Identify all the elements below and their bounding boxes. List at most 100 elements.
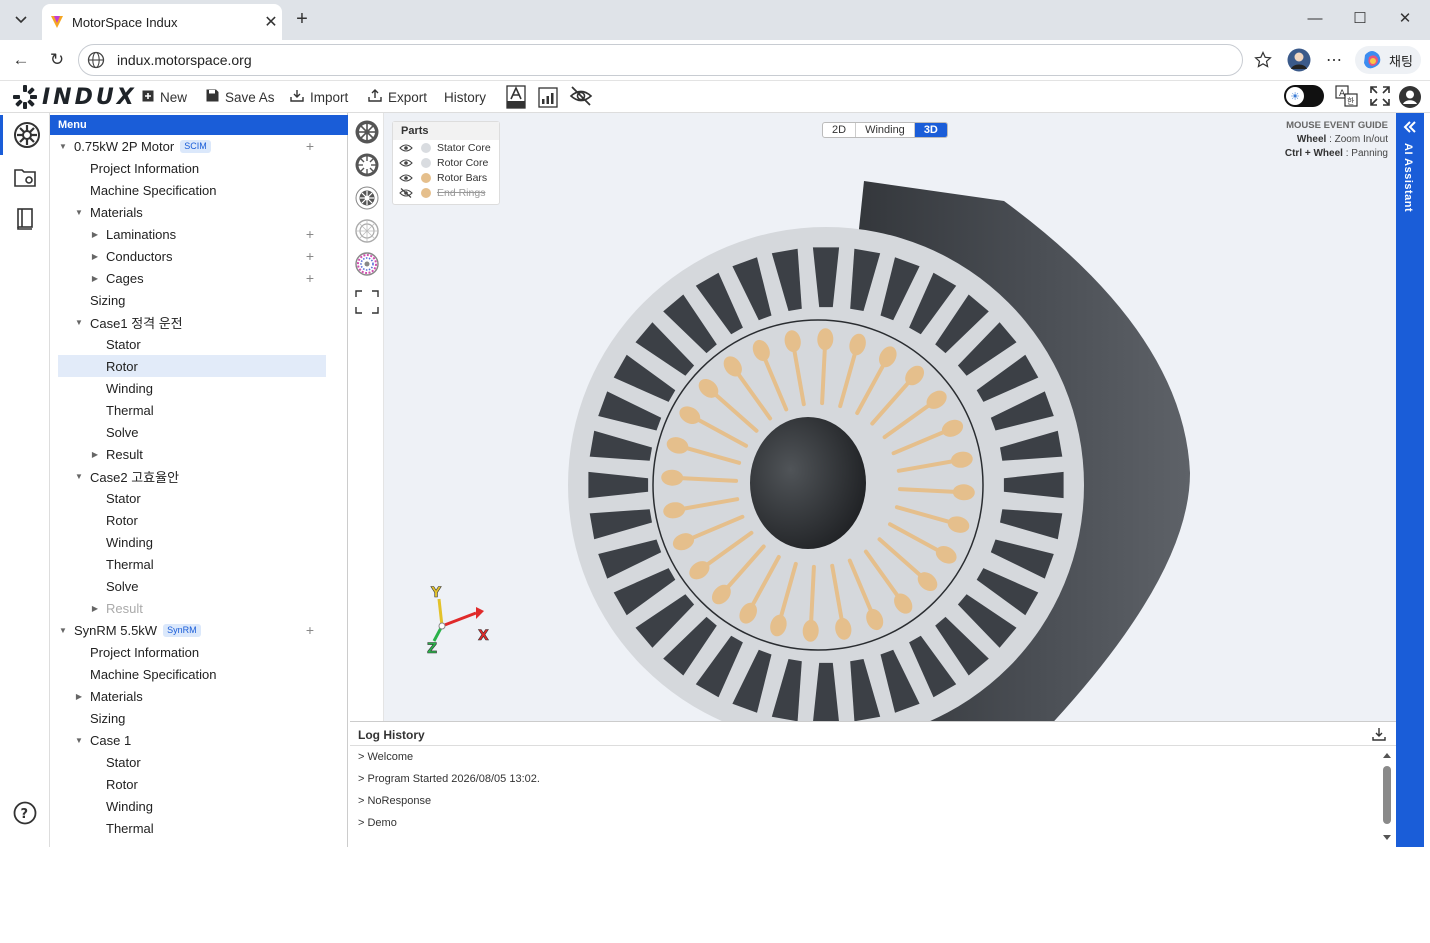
save-as-button[interactable]: Save As — [206, 88, 275, 106]
export-button[interactable]: Export — [368, 88, 427, 106]
more-options-icon[interactable]: ⋯ — [1326, 48, 1342, 72]
tree-item[interactable]: Stator — [58, 751, 326, 773]
tree-item[interactable]: ▶ Materials — [58, 685, 326, 707]
tree-item[interactable]: Project Information — [58, 641, 326, 663]
expand-right-icon[interactable]: ▶ — [90, 274, 100, 283]
hide-visibility-icon[interactable] — [569, 85, 593, 109]
mesh-view-icon[interactable] — [354, 218, 380, 244]
tree-item[interactable]: Winding — [58, 377, 326, 399]
tree-item[interactable]: ▶ Conductors + — [58, 245, 326, 267]
tree-item[interactable]: ▶ Result — [58, 597, 326, 619]
expand-right-icon[interactable]: ▶ — [74, 692, 84, 701]
maximize-icon[interactable]: ☐ — [1347, 8, 1373, 32]
rail-folder-icon[interactable] — [0, 157, 50, 197]
new-tab-icon[interactable]: + — [290, 8, 314, 32]
eye-icon[interactable] — [399, 143, 413, 153]
favorite-star-icon[interactable] — [1254, 48, 1272, 72]
tree-item[interactable]: Rotor — [58, 355, 326, 377]
tree-item[interactable]: ▶ Laminations + — [58, 223, 326, 245]
tab-search-chevron-icon[interactable] — [8, 8, 34, 32]
view-mode-3d[interactable]: 3D — [914, 123, 947, 137]
part-row[interactable]: Stator Core — [393, 140, 499, 155]
add-item-icon[interactable]: + — [306, 226, 314, 242]
ai-assistant-bar[interactable]: AI Assistant — [1396, 113, 1424, 847]
close-window-icon[interactable]: ✕ — [1392, 8, 1418, 32]
new-button[interactable]: New — [142, 88, 187, 106]
fit-view-icon[interactable] — [354, 289, 380, 315]
stator-view-icon[interactable] — [354, 152, 380, 178]
url-field[interactable]: indux.motorspace.org — [78, 44, 1243, 76]
eye-off-icon[interactable] — [399, 187, 413, 198]
full-motor-view-icon[interactable] — [354, 119, 380, 145]
tree-item[interactable]: Solve — [58, 575, 326, 597]
expand-chevrons-icon[interactable] — [1403, 121, 1417, 133]
theme-toggle[interactable]: ☀ — [1284, 85, 1324, 107]
back-icon[interactable]: ← — [10, 50, 32, 70]
part-row[interactable]: Rotor Bars — [393, 170, 499, 185]
eye-icon[interactable] — [399, 173, 413, 183]
add-item-icon[interactable]: + — [306, 138, 314, 154]
import-button[interactable]: Import — [290, 88, 348, 106]
tree-item[interactable]: Thermal — [58, 399, 326, 421]
tree-item[interactable]: Sizing — [58, 289, 326, 311]
history-button[interactable]: History — [444, 88, 486, 106]
account-icon[interactable] — [1398, 85, 1422, 109]
rail-book-icon[interactable] — [0, 199, 50, 239]
rail-motor-icon[interactable] — [0, 115, 50, 155]
tree-item[interactable]: ▼ Case1 정격 운전 — [58, 311, 326, 333]
help-icon[interactable]: ? — [0, 793, 50, 833]
expand-right-icon[interactable]: ▶ — [90, 252, 100, 261]
browser-tab[interactable]: MotorSpace Indux ✕ — [42, 4, 282, 40]
tree-item[interactable]: Thermal — [58, 553, 326, 575]
close-tab-icon[interactable]: ✕ — [260, 12, 282, 32]
part-row[interactable]: Rotor Core — [393, 155, 499, 170]
tree-item[interactable]: Machine Specification — [58, 663, 326, 685]
log-scrollbar[interactable] — [1382, 752, 1392, 842]
tree-item[interactable]: ▼ Case 1 — [58, 729, 326, 751]
reload-icon[interactable]: ↻ — [46, 50, 68, 70]
fullscreen-icon[interactable] — [1369, 85, 1393, 109]
expand-down-icon[interactable]: ▼ — [74, 736, 84, 745]
tree-item[interactable]: ▼ Materials — [58, 201, 326, 223]
tree-item[interactable]: ▶ Result — [58, 443, 326, 465]
part-row[interactable]: End Rings — [393, 185, 499, 200]
3d-viewport[interactable]: Y X Z 2D Winding 3D Parts Stator Core Rotor… — [384, 113, 1396, 721]
dxf-export-icon[interactable] — [506, 85, 528, 109]
expand-down-icon[interactable]: ▼ — [74, 318, 84, 327]
expand-right-icon[interactable]: ▶ — [90, 230, 100, 239]
add-item-icon[interactable]: + — [306, 622, 314, 638]
view-mode-winding[interactable]: Winding — [856, 123, 915, 137]
tree-item[interactable]: Solve — [58, 421, 326, 443]
tree-item[interactable]: Machine Specification — [58, 179, 326, 201]
tree-item[interactable]: Thermal — [58, 817, 326, 839]
report-chart-icon[interactable] — [538, 85, 560, 109]
add-item-icon[interactable]: + — [306, 248, 314, 264]
expand-down-icon[interactable]: ▼ — [74, 208, 84, 217]
tree-item[interactable]: ▼ Case2 고효율안 — [58, 465, 326, 487]
tree-item[interactable]: Stator — [58, 333, 326, 355]
language-icon[interactable]: A한 — [1335, 85, 1359, 109]
add-item-icon[interactable]: + — [306, 270, 314, 286]
expand-down-icon[interactable]: ▼ — [74, 472, 84, 481]
tree-item[interactable]: Project Information — [58, 157, 326, 179]
tree-item[interactable]: Rotor — [58, 509, 326, 531]
rotor-view-icon[interactable] — [354, 185, 380, 211]
expand-right-icon[interactable]: ▶ — [90, 604, 100, 613]
profile-avatar[interactable] — [1287, 48, 1311, 72]
view-mode-2d[interactable]: 2D — [823, 123, 857, 137]
download-log-icon[interactable] — [1372, 727, 1386, 741]
tree-item[interactable]: Rotor — [58, 773, 326, 795]
expand-down-icon[interactable]: ▼ — [58, 142, 68, 151]
tree-item[interactable]: Winding — [58, 531, 326, 553]
tree-item[interactable]: ▶ Cages + — [58, 267, 326, 289]
copilot-chat-button[interactable]: 채팅 — [1355, 46, 1421, 74]
tree-item[interactable]: ▼ 0.75kW 2P Motor SCIM + — [58, 135, 326, 157]
expand-right-icon[interactable]: ▶ — [90, 450, 100, 459]
winding-view-icon[interactable] — [354, 251, 380, 277]
expand-down-icon[interactable]: ▼ — [58, 626, 68, 635]
minimize-icon[interactable]: — — [1302, 8, 1328, 32]
tree-item[interactable]: Sizing — [58, 707, 326, 729]
tree-item[interactable]: ▼ SynRM 5.5kW SynRM + — [58, 619, 326, 641]
eye-icon[interactable] — [399, 158, 413, 168]
tree-item[interactable]: Winding — [58, 795, 326, 817]
